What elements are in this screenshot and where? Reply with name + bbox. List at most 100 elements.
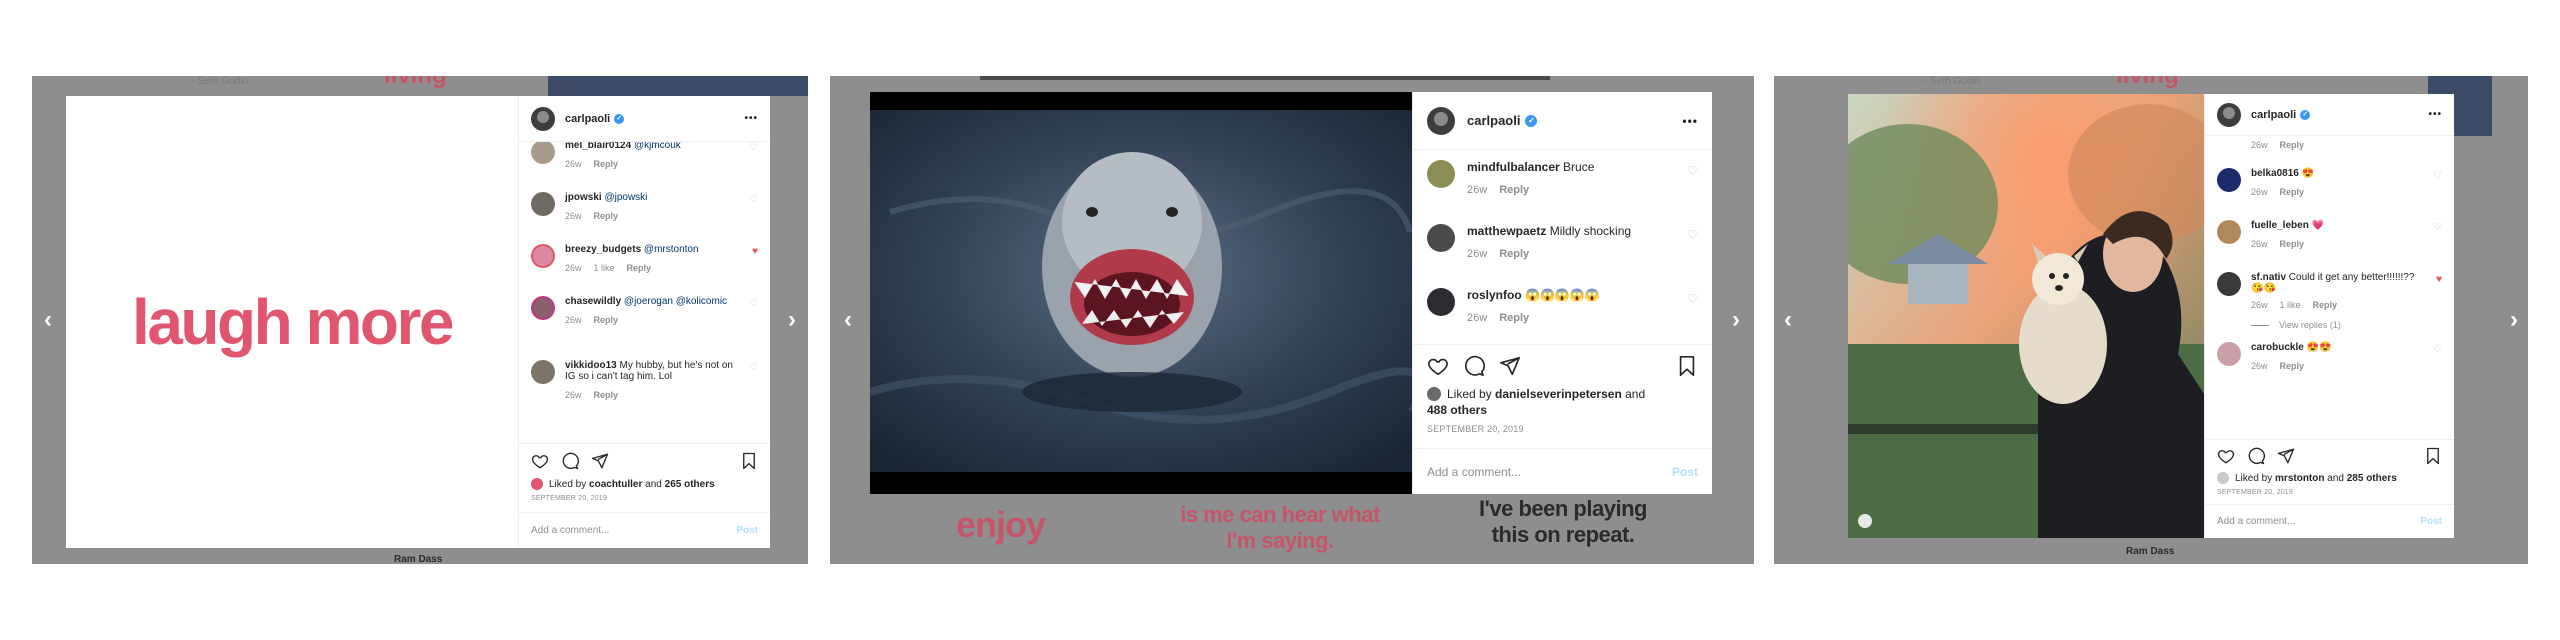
reply-button[interactable]: Reply [2280, 140, 2305, 158]
reply-button[interactable]: Reply [2280, 239, 2305, 249]
comment-text[interactable]: @kjmcouk [634, 142, 681, 151]
bookmark-icon[interactable] [1676, 355, 1698, 377]
commenter-avatar[interactable] [531, 296, 555, 320]
comment-like-icon[interactable]: ♡ [1687, 164, 1698, 178]
like-icon[interactable] [531, 452, 549, 470]
commenter-username[interactable]: vikkidoo13 [565, 360, 617, 371]
author-username[interactable]: carlpaoli [565, 113, 610, 125]
prev-arrow-icon[interactable]: ‹ [44, 308, 52, 332]
reply-button[interactable]: Reply [594, 390, 619, 400]
reply-button[interactable]: Reply [1499, 184, 1529, 196]
post-modal: carlpaoli ✓ ••• mindfulbalancer Bruce 26… [870, 92, 1712, 494]
like-icon[interactable] [2217, 447, 2235, 465]
share-icon[interactable] [591, 452, 609, 470]
commenter-avatar[interactable] [2217, 272, 2241, 296]
reply-button[interactable]: Reply [594, 315, 619, 325]
bookmark-icon[interactable] [740, 452, 758, 470]
reply-button[interactable]: Reply [2280, 361, 2305, 371]
author-username[interactable]: carlpaoli [1467, 113, 1520, 128]
commenter-username[interactable]: jpowski [565, 192, 602, 203]
commenter-username[interactable]: chasewildly [565, 296, 621, 307]
comment-text[interactable]: @joerogan @kolicomic [624, 296, 727, 307]
like-icon[interactable] [1427, 355, 1449, 377]
commenter-avatar[interactable] [531, 360, 555, 384]
commenter-username[interactable]: carobuckle [2251, 342, 2304, 353]
comment-like-icon[interactable]: ♡ [749, 194, 758, 205]
share-icon[interactable] [2277, 447, 2295, 465]
liked-by-user[interactable]: mrstonton [2275, 473, 2324, 484]
add-comment-input[interactable]: Add a comment... [531, 525, 609, 536]
author-avatar[interactable] [531, 106, 555, 131]
reply-button[interactable]: Reply [594, 211, 619, 221]
prev-arrow-icon[interactable]: ‹ [844, 308, 852, 332]
comment-like-icon[interactable]: ♡ [2433, 170, 2442, 181]
reply-button[interactable]: Reply [2280, 187, 2305, 197]
comment-icon[interactable] [561, 452, 579, 470]
comment-like-icon[interactable]: ♡ [2433, 222, 2442, 233]
more-options-icon[interactable]: ••• [2428, 109, 2442, 120]
commenter-avatar[interactable] [1427, 288, 1455, 316]
reply-button[interactable]: Reply [627, 263, 652, 273]
others-count[interactable]: 285 others [2347, 473, 2397, 484]
liked-by-user[interactable]: coachtuller [589, 479, 642, 490]
share-icon[interactable] [1499, 355, 1521, 377]
more-options-icon[interactable]: ••• [744, 113, 758, 124]
liker-avatar[interactable] [531, 478, 543, 490]
comment-liked-icon[interactable]: ♥ [752, 246, 758, 257]
comment-like-icon[interactable]: ♡ [2433, 344, 2442, 355]
commenter-username[interactable]: mel_blair0124 [565, 142, 631, 151]
more-options-icon[interactable]: ••• [1682, 114, 1698, 128]
comment-like-icon[interactable]: ♡ [749, 362, 758, 373]
commenter-username[interactable]: roslynfoo [1467, 288, 1522, 302]
post-button[interactable]: Post [1672, 465, 1698, 479]
comment-text[interactable]: @jpowski [604, 192, 647, 203]
comment-text[interactable]: @mrstonton [644, 244, 699, 255]
commenter-avatar[interactable] [2217, 168, 2241, 192]
commenter-avatar[interactable] [531, 244, 555, 268]
post-button[interactable]: Post [736, 525, 758, 536]
liker-avatar[interactable] [1427, 387, 1441, 401]
liked-by-user[interactable]: danielseverinpetersen [1495, 386, 1622, 402]
comment-liked-icon[interactable]: ♥ [2436, 274, 2442, 285]
comment-like-icon[interactable]: ♡ [1687, 228, 1698, 242]
comment-like-icon[interactable]: ♡ [1687, 292, 1698, 306]
liker-avatar[interactable] [2217, 472, 2229, 484]
view-replies-link[interactable]: View replies (1) [2251, 320, 2426, 330]
comment-like-icon[interactable]: ♡ [749, 298, 758, 309]
comment-icon[interactable] [2247, 447, 2265, 465]
commenter-username[interactable]: fuelle_leben [2251, 220, 2309, 231]
others-count[interactable]: 488 others [1427, 402, 1487, 418]
commenter-username[interactable]: belka0816 [2251, 168, 2299, 179]
commenter-username[interactable]: mindfulbalancer [1467, 160, 1560, 174]
comment-like-count[interactable]: 1 like [2280, 300, 2301, 310]
next-arrow-icon[interactable]: › [1732, 308, 1740, 332]
reply-button[interactable]: Reply [1499, 248, 1529, 260]
post-button[interactable]: Post [2420, 516, 2442, 527]
author-avatar[interactable] [1427, 106, 1455, 135]
comment-like-icon[interactable]: ♡ [749, 142, 758, 153]
commenter-username[interactable]: matthewpaetz [1467, 224, 1546, 238]
comment-icon[interactable] [1463, 355, 1485, 377]
author-username[interactable]: carlpaoli [2251, 109, 2296, 121]
reply-button[interactable]: Reply [1499, 312, 1529, 324]
commenter-avatar[interactable] [2217, 342, 2241, 366]
reply-button[interactable]: Reply [594, 159, 619, 169]
others-count[interactable]: 265 others [665, 479, 715, 490]
author-avatar[interactable] [2217, 102, 2241, 127]
next-arrow-icon[interactable]: › [2510, 308, 2518, 332]
reply-button[interactable]: Reply [2313, 300, 2338, 310]
commenter-avatar[interactable] [1427, 160, 1455, 188]
commenter-avatar[interactable] [531, 142, 555, 164]
comment-like-count[interactable]: 1 like [594, 263, 615, 273]
commenter-username[interactable]: breezy_budgets [565, 244, 641, 255]
add-comment-input[interactable]: Add a comment... [1427, 465, 1521, 479]
comment-text: 😍😍 [2306, 342, 2332, 353]
bookmark-icon[interactable] [2424, 447, 2442, 465]
commenter-avatar[interactable] [2217, 220, 2241, 244]
commenter-avatar[interactable] [1427, 224, 1455, 252]
next-arrow-icon[interactable]: › [788, 308, 796, 332]
prev-arrow-icon[interactable]: ‹ [1784, 308, 1792, 332]
commenter-username[interactable]: sf.nativ [2251, 272, 2286, 283]
add-comment-input[interactable]: Add a comment... [2217, 516, 2295, 527]
commenter-avatar[interactable] [531, 192, 555, 216]
